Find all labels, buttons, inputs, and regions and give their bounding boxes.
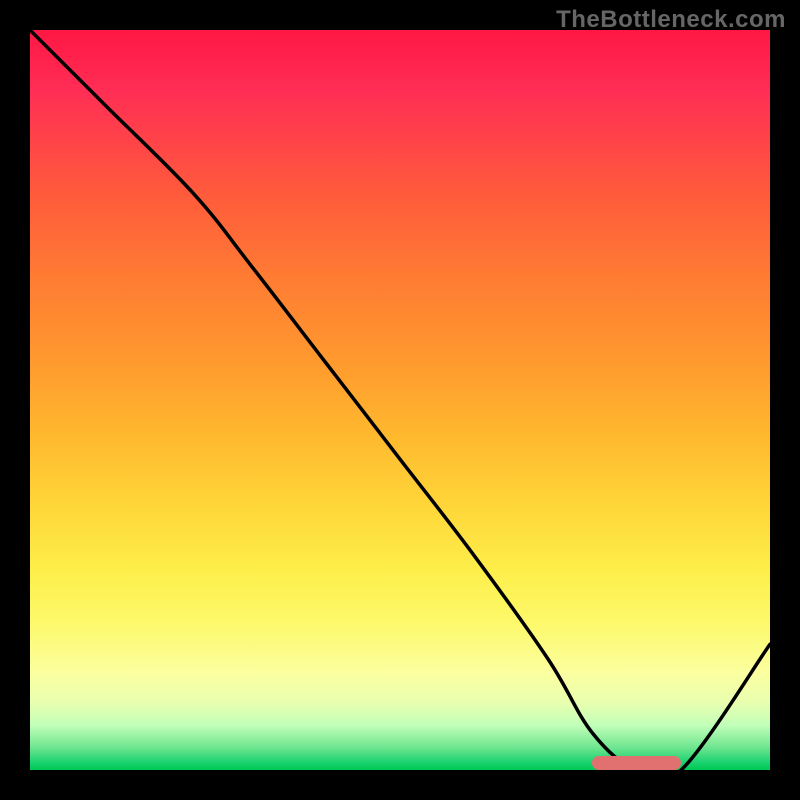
curve-layer: [30, 30, 770, 770]
optimal-range-marker: [592, 756, 681, 770]
chart-container: TheBottleneck.com: [0, 0, 800, 800]
watermark: TheBottleneck.com: [556, 6, 786, 34]
plot-area: [30, 30, 770, 770]
bottleneck-curve: [30, 30, 770, 770]
